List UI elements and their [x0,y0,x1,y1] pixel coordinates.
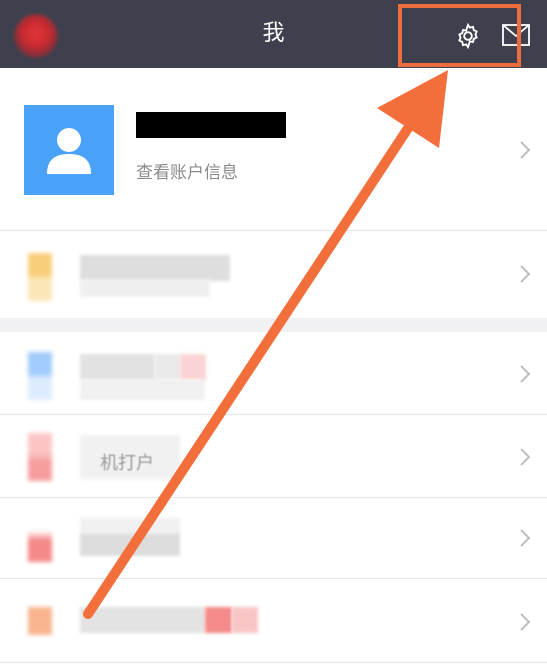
blurred-label [80,607,205,633]
chevron-right-icon [520,141,531,159]
list-item-4[interactable] [0,498,547,578]
blurred-label [80,534,180,556]
blurred-label [80,380,205,400]
profile-card[interactable]: 查看账户信息 [0,68,547,230]
orange-item-icon [28,607,52,635]
blurred-label [232,607,258,633]
blue-item-icon [28,352,52,400]
section-gap [0,318,547,332]
chevron-right-icon [520,613,531,631]
chevron-right-icon [520,448,531,466]
red-item-icon [28,433,52,481]
red-item-icon [28,514,52,562]
redacted-username [136,112,286,138]
list-item-label: 机打户 [100,453,154,474]
default-avatar-icon [24,105,114,195]
blurred-label [180,354,206,380]
list-item-2[interactable] [0,332,547,414]
list-item-5[interactable] [0,579,547,670]
blurred-label [155,354,180,380]
blurred-label [80,279,210,297]
list-item-3[interactable]: 机打户 [0,415,547,497]
chevron-right-icon [520,265,531,283]
chevron-right-icon [520,529,531,547]
divider [0,662,547,663]
view-account-info-link: 查看账户信息 [136,163,238,183]
blurred-label [205,607,232,633]
list-item-1[interactable] [0,231,547,317]
blurred-label [80,255,230,281]
blurred-label [80,354,155,380]
chevron-right-icon [520,365,531,383]
wallet-icon [28,253,52,301]
settings-highlight-box [398,4,521,67]
